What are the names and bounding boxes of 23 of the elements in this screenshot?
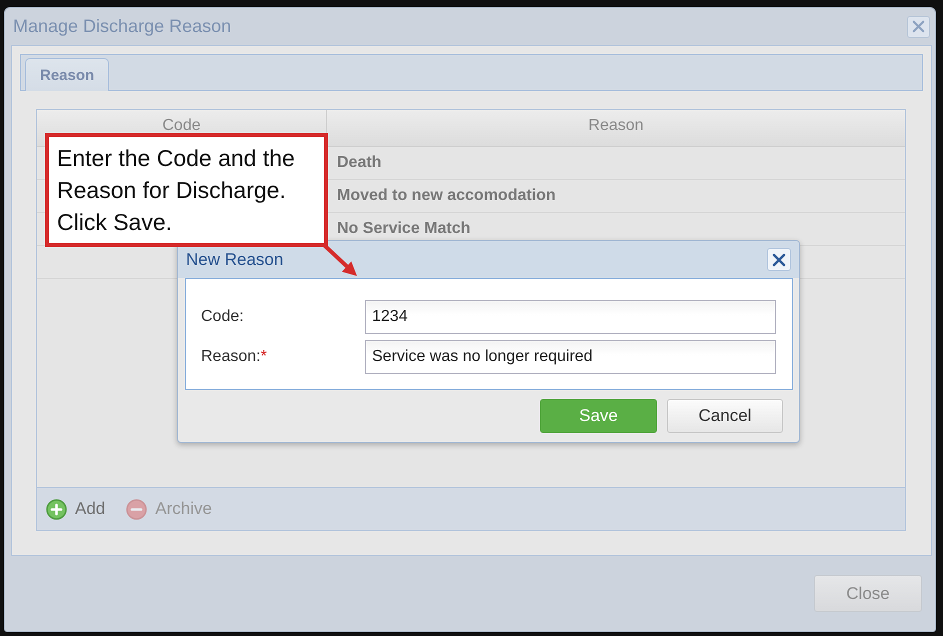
table-cell-text: Death: [336, 153, 382, 173]
minus-icon: [126, 498, 148, 520]
column-header[interactable]: Code: [162, 118, 201, 134]
column-header[interactable]: Reason: [588, 118, 644, 134]
dialog-title: New Reason: [186, 250, 284, 270]
tab[interactable]: Reason: [25, 58, 110, 91]
window-title: Manage Discharge Reason: [13, 16, 232, 37]
table-cell-text: Moved to new accomodation: [336, 186, 557, 206]
close-icon: [912, 20, 925, 33]
save-button[interactable]: Save: [540, 399, 657, 433]
text-field[interactable]: Service was no longer required: [365, 340, 776, 374]
close-button[interactable]: [767, 248, 791, 271]
field-label: Reason:: [201, 348, 261, 366]
callout: Enter the Code and the Reason for Discharge. Click Save.: [45, 133, 328, 247]
close-button[interactable]: Close: [814, 575, 922, 612]
cancel-button[interactable]: Cancel: [667, 399, 783, 433]
field-label: Code:: [201, 308, 244, 326]
text-field[interactable]: 1234: [365, 300, 776, 334]
add-button[interactable]: Add: [46, 498, 106, 520]
required-mark: *: [260, 348, 267, 366]
close-icon: [772, 252, 786, 266]
plus-icon: [46, 498, 67, 520]
table-cell-text: No Service Match: [336, 219, 472, 239]
